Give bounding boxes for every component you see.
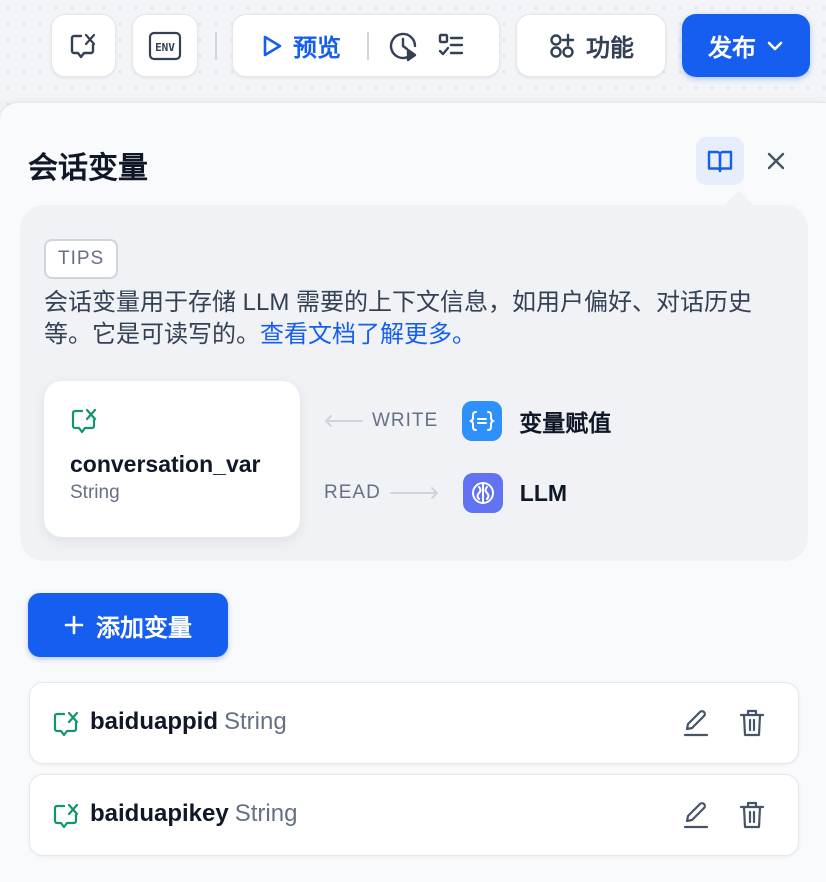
variable-title: baiduappid String <box>90 708 287 736</box>
toolbar-divider <box>215 32 217 60</box>
read-label: READ <box>324 482 381 503</box>
preview-button[interactable]: 预览 <box>261 28 341 63</box>
example-variable-type: String <box>70 482 120 503</box>
add-variable-button[interactable]: 添加变量 <box>28 593 228 657</box>
tips-pointer <box>723 190 755 222</box>
variable-type: String <box>234 800 298 827</box>
arrow-left-icon <box>324 415 364 427</box>
write-flow: WRITE 变量赋值 <box>324 401 611 441</box>
variable-assigner-label: 变量赋值 <box>519 410 612 436</box>
features-icon <box>548 32 576 60</box>
variable-type: String <box>224 708 287 735</box>
write-label: WRITE <box>372 410 439 431</box>
variable-row[interactable]: baiduapikey String <box>29 774 799 856</box>
env-icon: ENV <box>148 31 182 61</box>
conversation-variables-panel: 会话变量 TIPS 会话变量用于存储 LLM 需要的上下文信息，如用户偏好、对话… <box>0 102 826 882</box>
variable-row[interactable]: baiduappid String <box>29 682 799 764</box>
book-icon <box>706 148 734 174</box>
trash-icon[interactable] <box>738 800 766 830</box>
variable-assigner-icon <box>462 401 503 441</box>
tips-badge: TIPS <box>44 239 119 279</box>
conversation-variable-icon <box>52 802 82 830</box>
conversation-variable-icon <box>52 710 82 738</box>
variable-name: baiduapikey <box>90 800 229 827</box>
add-variable-label: 添加变量 <box>96 614 192 642</box>
tips-text: 会话变量用于存储 LLM 需要的上下文信息，如用户偏好、对话历史等。它是可读写的… <box>44 287 784 351</box>
close-icon <box>766 151 786 171</box>
features-button[interactable]: 功能 <box>516 14 666 77</box>
conversation-variables-button[interactable] <box>51 14 116 77</box>
publish-button[interactable]: 发布 <box>682 14 810 77</box>
docs-link[interactable]: 查看文档了解更多。 <box>260 321 476 348</box>
plus-icon <box>64 615 84 635</box>
tips-card: TIPS 会话变量用于存储 LLM 需要的上下文信息，如用户偏好、对话历史等。它… <box>20 190 808 561</box>
read-flow: READ LLM <box>324 473 567 513</box>
example-variable-name: conversation_var <box>70 451 261 477</box>
llm-icon <box>462 473 503 513</box>
conversation-variable-icon <box>70 407 100 435</box>
conversation-variable-icon <box>69 32 99 60</box>
group-divider <box>367 31 369 60</box>
variable-title: baiduapikey String <box>90 800 297 828</box>
preview-label: 预览 <box>293 35 341 62</box>
close-button[interactable] <box>760 145 792 177</box>
preview-group: 预览 <box>232 14 500 77</box>
features-label: 功能 <box>586 35 634 62</box>
chevron-down-icon <box>766 40 784 52</box>
variable-name: baiduappid <box>90 708 218 735</box>
play-icon <box>261 34 283 58</box>
llm-label: LLM <box>519 479 568 506</box>
documentation-button[interactable] <box>696 137 744 185</box>
panel-title: 会话变量 <box>28 152 148 185</box>
trash-icon[interactable] <box>738 708 766 738</box>
edit-icon[interactable] <box>682 800 710 830</box>
example-variable-card: conversation_var String <box>44 381 300 537</box>
env-variables-button[interactable]: ENV <box>132 14 198 77</box>
arrow-right-icon <box>389 487 439 499</box>
publish-label: 发布 <box>708 35 756 62</box>
run-history-icon[interactable] <box>387 30 419 62</box>
checklist-icon[interactable] <box>437 32 465 60</box>
edit-icon[interactable] <box>682 708 710 738</box>
svg-text:ENV: ENV <box>155 41 175 54</box>
